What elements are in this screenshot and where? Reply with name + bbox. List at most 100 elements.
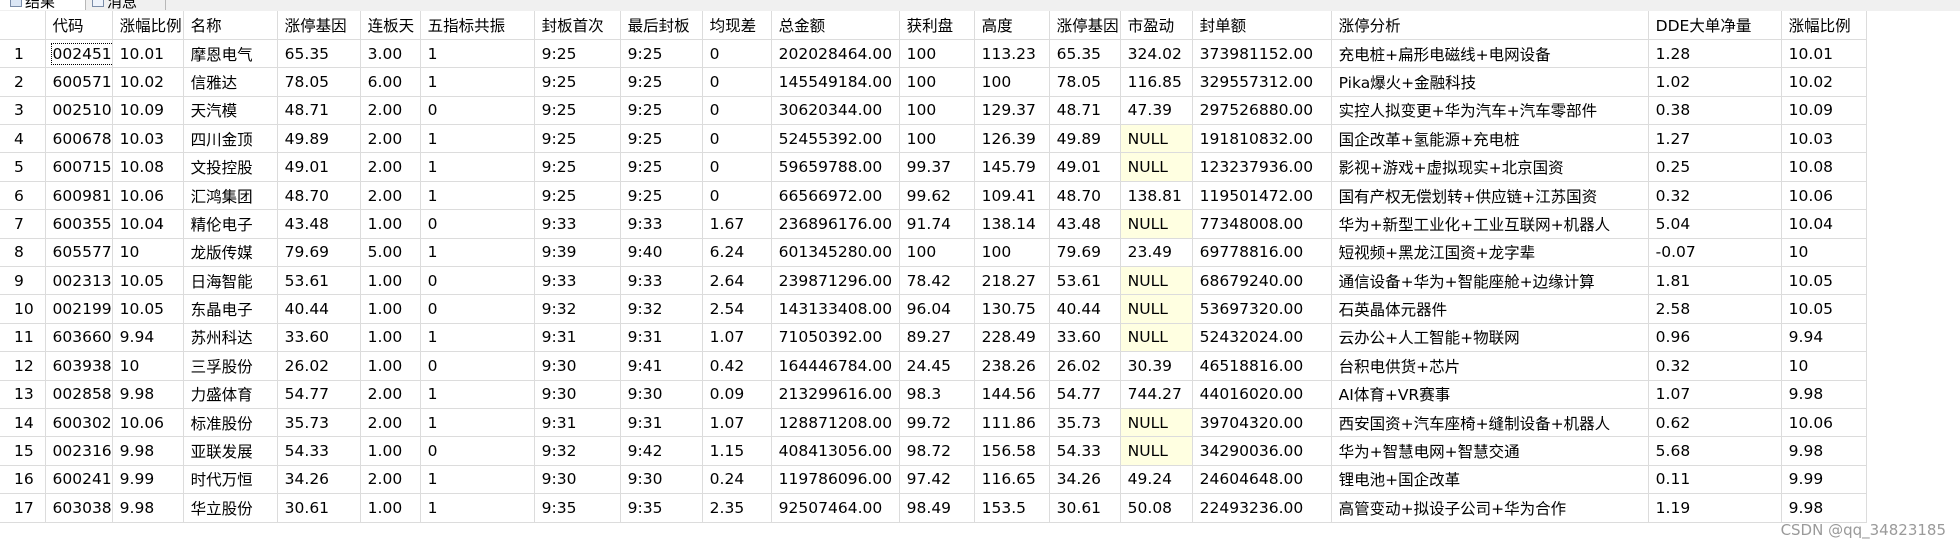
table-cell[interactable]: 48.70: [1049, 181, 1121, 211]
table-cell[interactable]: 华立股份: [183, 493, 278, 523]
table-cell[interactable]: 1.00: [360, 209, 421, 239]
table-cell[interactable]: 9:41: [620, 351, 703, 381]
table-row[interactable]: 16 600241 9.99 时代万恒 34.26 2.00 1 9:30 9:30 0.24 11…: [0, 465, 1867, 495]
table-cell[interactable]: 123237936.00: [1192, 152, 1332, 182]
table-cell[interactable]: 1: [420, 67, 535, 97]
table-cell[interactable]: 236896176.00: [771, 209, 900, 239]
table-cell[interactable]: 68679240.00: [1192, 266, 1332, 296]
row-number[interactable]: 5: [0, 152, 46, 182]
table-cell[interactable]: 600981: [45, 181, 113, 211]
table-cell[interactable]: 002510: [45, 96, 113, 126]
column-header[interactable]: 代码: [45, 11, 113, 40]
table-cell[interactable]: NULL: [1120, 323, 1193, 353]
table-cell[interactable]: 10.04: [112, 209, 184, 239]
table-cell[interactable]: 128871208.00: [771, 408, 900, 438]
table-cell[interactable]: 30.39: [1120, 351, 1193, 381]
table-cell[interactable]: 9:30: [534, 351, 621, 381]
table-cell[interactable]: 9.98: [1781, 436, 1867, 466]
table-cell[interactable]: 228.49: [974, 323, 1050, 353]
table-cell[interactable]: 台积电供货+芯片: [1331, 351, 1649, 381]
table-cell[interactable]: 9.99: [112, 465, 184, 495]
table-cell[interactable]: 10.04: [1781, 209, 1867, 239]
table-cell[interactable]: 2.54: [702, 294, 772, 324]
table-cell[interactable]: 218.27: [974, 266, 1050, 296]
table-cell[interactable]: 238.26: [974, 351, 1050, 381]
table-cell[interactable]: NULL: [1120, 436, 1193, 466]
table-cell[interactable]: 10.05: [112, 294, 184, 324]
table-cell[interactable]: 9:39: [534, 238, 621, 268]
table-cell[interactable]: 9:33: [620, 266, 703, 296]
table-cell[interactable]: 71050392.00: [771, 323, 900, 353]
column-header[interactable]: 五指标共振: [420, 11, 535, 40]
table-cell[interactable]: 1: [420, 408, 535, 438]
table-cell[interactable]: 10.06: [112, 181, 184, 211]
table-cell[interactable]: 52432024.00: [1192, 323, 1332, 353]
table-cell[interactable]: 0: [420, 209, 535, 239]
table-cell[interactable]: 130.75: [974, 294, 1050, 324]
table-cell[interactable]: 0.25: [1648, 152, 1782, 182]
table-cell[interactable]: 10.09: [1781, 96, 1867, 126]
table-cell[interactable]: 0: [702, 67, 772, 97]
table-cell[interactable]: 98.72: [899, 436, 975, 466]
table-cell[interactable]: 129.37: [974, 96, 1050, 126]
column-header[interactable]: 涨幅比例: [112, 11, 184, 40]
table-cell[interactable]: 9.94: [1781, 323, 1867, 353]
table-cell[interactable]: 石英晶体元器件: [1331, 294, 1649, 324]
table-cell[interactable]: 26.02: [1049, 351, 1121, 381]
table-cell[interactable]: 9:25: [620, 124, 703, 154]
table-cell[interactable]: 10: [1781, 351, 1867, 381]
table-cell[interactable]: 59659788.00: [771, 152, 900, 182]
table-cell[interactable]: 0.32: [1648, 181, 1782, 211]
table-row[interactable]: 2 600571 10.02 信雅达 78.05 6.00 1 9:25 9:25 0 145549…: [0, 67, 1867, 97]
table-cell[interactable]: 54.77: [277, 380, 361, 409]
table-cell[interactable]: 30620344.00: [771, 96, 900, 126]
table-cell[interactable]: 短视频+黑龙江国资+龙字辈: [1331, 238, 1649, 268]
table-cell[interactable]: 30.61: [1049, 493, 1121, 523]
table-cell[interactable]: 79.69: [1049, 238, 1121, 268]
table-cell[interactable]: 1.00: [360, 436, 421, 466]
table-cell[interactable]: 35.73: [277, 408, 361, 438]
tab-messages[interactable]: 消息: [86, 0, 166, 10]
table-cell[interactable]: 9:25: [534, 181, 621, 211]
table-cell[interactable]: 三孚股份: [183, 351, 278, 381]
table-cell[interactable]: 78.05: [277, 67, 361, 97]
table-cell[interactable]: 0: [420, 266, 535, 296]
table-cell[interactable]: 002316: [45, 436, 113, 466]
table-cell[interactable]: 10.05: [1781, 294, 1867, 324]
table-cell[interactable]: 10.06: [1781, 408, 1867, 438]
table-cell[interactable]: 52455392.00: [771, 124, 900, 154]
column-header[interactable]: 封单额: [1192, 11, 1332, 40]
table-cell[interactable]: 48.70: [277, 181, 361, 211]
table-cell[interactable]: 24604648.00: [1192, 465, 1332, 495]
table-cell[interactable]: 24.45: [899, 351, 975, 381]
table-cell[interactable]: 408413056.00: [771, 436, 900, 466]
table-cell[interactable]: 力盛体育: [183, 380, 278, 409]
table-cell[interactable]: 373981152.00: [1192, 39, 1332, 69]
table-cell[interactable]: 华为+新型工业化+工业互联网+机器人: [1331, 209, 1649, 239]
column-header[interactable]: 高度: [974, 11, 1050, 40]
table-cell[interactable]: 98.49: [899, 493, 975, 523]
table-cell[interactable]: 0: [702, 181, 772, 211]
table-cell[interactable]: 111.86: [974, 408, 1050, 438]
table-cell[interactable]: 65.35: [1049, 39, 1121, 69]
table-cell[interactable]: 9.98: [1781, 493, 1867, 523]
table-cell[interactable]: 89.27: [899, 323, 975, 353]
table-cell[interactable]: 100: [974, 238, 1050, 268]
table-cell[interactable]: 国有产权无偿划转+供应链+江苏国资: [1331, 181, 1649, 211]
table-cell[interactable]: 9:25: [620, 39, 703, 69]
table-cell[interactable]: 10.03: [1781, 124, 1867, 154]
table-cell[interactable]: 0.96: [1648, 323, 1782, 353]
table-cell[interactable]: 145549184.00: [771, 67, 900, 97]
table-cell[interactable]: 49.01: [277, 152, 361, 182]
table-cell[interactable]: 苏州科达: [183, 323, 278, 353]
table-cell[interactable]: 213299616.00: [771, 380, 900, 409]
table-cell[interactable]: 43.48: [277, 209, 361, 239]
table-cell[interactable]: 5.00: [360, 238, 421, 268]
table-cell[interactable]: NULL: [1120, 266, 1193, 296]
table-cell[interactable]: 10.05: [112, 266, 184, 296]
table-row[interactable]: 10 002199 10.05 东晶电子 40.44 1.00 0 9:32 9:32 2.54 1…: [0, 294, 1867, 324]
table-cell[interactable]: 109.41: [974, 181, 1050, 211]
table-cell[interactable]: 龙版传媒: [183, 238, 278, 268]
table-cell[interactable]: 云办公+人工智能+物联网: [1331, 323, 1649, 353]
table-cell[interactable]: 亚联发展: [183, 436, 278, 466]
